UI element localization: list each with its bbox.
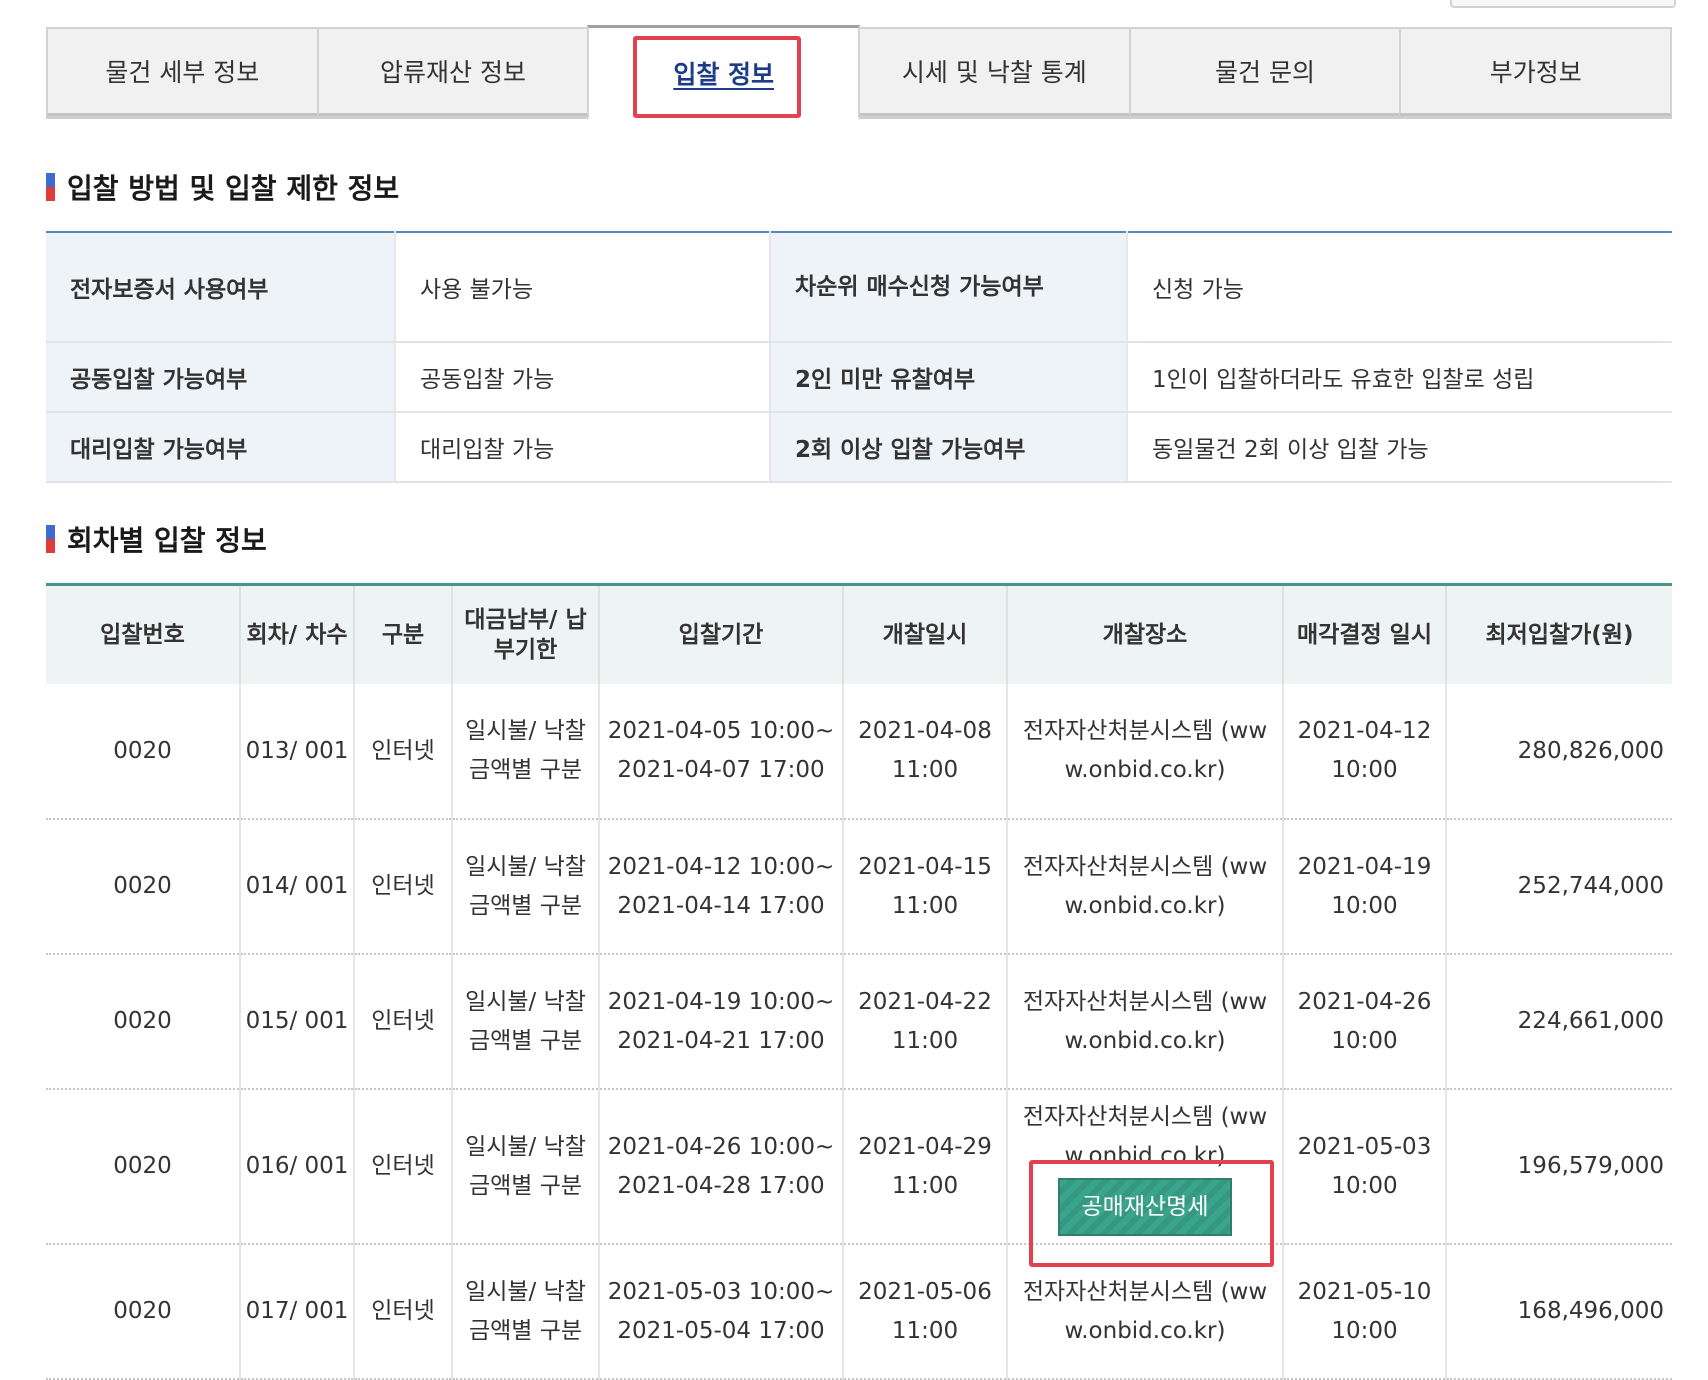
opening-datetime: 2021-04-29 11:00 <box>842 1089 1007 1245</box>
tab-label: 압류재산 정보 <box>380 58 526 87</box>
info-value: 동일물건 2회 이상 입찰 가능 <box>1126 412 1672 483</box>
bid-number: 0020 <box>46 1089 240 1245</box>
opening-datetime: 2021-05-06 11:00 <box>842 1244 1007 1380</box>
round-number: 013/ 001 <box>239 684 354 820</box>
column-header: 대금납부/ 납부기한 <box>451 584 599 684</box>
opening-place: 전자자산처분시스템 (www.onbid.co.kr) <box>1006 954 1283 1090</box>
minimum-bid-price: 224,661,000 <box>1445 954 1672 1090</box>
section-marker-icon <box>46 525 55 553</box>
column-header: 매각결정 일시 <box>1282 584 1446 684</box>
tab-label: 시세 및 낙찰 통계 <box>901 58 1087 87</box>
info-label: 대리입찰 가능여부 <box>46 412 395 483</box>
column-header: 구분 <box>353 584 452 684</box>
info-label: 전자보증서 사용여부 <box>46 232 395 343</box>
round-number: 015/ 001 <box>239 954 354 1090</box>
info-row: 공동입찰 가능여부 공동입찰 가능 2인 미만 유찰여부 1인이 입찰하더라도 … <box>46 342 1672 413</box>
section-marker-icon <box>46 173 55 201</box>
bid-type: 인터넷 <box>353 1244 452 1380</box>
info-value: 1인이 입찰하더라도 유효한 입찰로 성립 <box>1126 342 1672 413</box>
column-header: 입찰기간 <box>598 584 843 684</box>
tab-bid-info[interactable]: 입찰 정보 <box>587 25 861 120</box>
info-label: 차순위 매수신청 가능여부 <box>769 232 1127 343</box>
table-row: 0020 013/ 001 인터넷 일시불/ 낙찰금액별 구분 2021-04-… <box>46 684 1672 820</box>
bid-type: 인터넷 <box>353 1089 452 1245</box>
opening-datetime: 2021-04-15 11:00 <box>842 819 1007 955</box>
info-row: 대리입찰 가능여부 대리입찰 가능 2회 이상 입찰 가능여부 동일물건 2회 … <box>46 412 1672 483</box>
round-number: 014/ 001 <box>239 819 354 955</box>
bid-period: 2021-05-03 10:00~ 2021-05-04 17:00 <box>598 1244 843 1380</box>
bid-type: 인터넷 <box>353 684 452 820</box>
opening-datetime: 2021-04-08 11:00 <box>842 684 1007 820</box>
minimum-bid-price: 280,826,000 <box>1445 684 1672 820</box>
minimum-bid-price: 252,744,000 <box>1445 819 1672 955</box>
column-header: 입찰번호 <box>46 584 240 684</box>
section-title-bid-method: 입찰 방법 및 입찰 제한 정보 <box>46 167 399 207</box>
bid-method-table: 전자보증서 사용여부 사용 불가능 차순위 매수신청 가능여부 신청 가능 공동… <box>46 231 1672 483</box>
decision-datetime: 2021-05-10 10:00 <box>1282 1244 1446 1380</box>
bid-period: 2021-04-19 10:00~ 2021-04-21 17:00 <box>598 954 843 1090</box>
tab-bar: 물건 세부 정보 압류재산 정보 입찰 정보 시세 및 낙찰 통계 물건 문의 … <box>46 25 1673 120</box>
info-label: 공동입찰 가능여부 <box>46 342 395 413</box>
tab-label: 물건 세부 정보 <box>105 58 260 87</box>
payment-terms: 일시불/ 낙찰금액별 구분 <box>451 819 599 955</box>
bid-type: 인터넷 <box>353 819 452 955</box>
section-title-text: 입찰 방법 및 입찰 제한 정보 <box>67 172 400 205</box>
column-header: 최저입찰가(원) <box>1445 584 1672 684</box>
table-header-row: 입찰번호 회차/ 차수 구분 대금납부/ 납부기한 입찰기간 개찰일시 개찰장소… <box>46 584 1672 684</box>
tab-additional-info[interactable]: 부가정보 <box>1399 27 1673 116</box>
info-value: 대리입찰 가능 <box>394 412 770 483</box>
section-title-round-bid: 회차별 입찰 정보 <box>46 519 267 559</box>
info-value: 사용 불가능 <box>394 232 770 343</box>
bid-number: 0020 <box>46 1244 240 1380</box>
payment-terms: 일시불/ 낙찰금액별 구분 <box>451 954 599 1090</box>
bid-number: 0020 <box>46 954 240 1090</box>
minimum-bid-price: 168,496,000 <box>1445 1244 1672 1380</box>
round-number: 016/ 001 <box>239 1089 354 1245</box>
payment-terms: 일시불/ 낙찰금액별 구분 <box>451 684 599 820</box>
info-value: 공동입찰 가능 <box>394 342 770 413</box>
bid-period: 2021-04-26 10:00~ 2021-04-28 17:00 <box>598 1089 843 1245</box>
payment-terms: 일시불/ 낙찰금액별 구분 <box>451 1089 599 1245</box>
opening-place: 전자자산처분시스템 (www.onbid.co.kr) <box>1006 819 1283 955</box>
info-label: 2인 미만 유찰여부 <box>769 342 1127 413</box>
decision-datetime: 2021-04-19 10:00 <box>1282 819 1446 955</box>
payment-terms: 일시불/ 낙찰금액별 구분 <box>451 1244 599 1380</box>
section-title-text: 회차별 입찰 정보 <box>67 524 267 557</box>
opening-place-cell: 전자자산처분시스템 (www.onbid.co.kr) 공매재산명세 <box>1006 1089 1283 1245</box>
info-row: 전자보증서 사용여부 사용 불가능 차순위 매수신청 가능여부 신청 가능 <box>46 232 1672 343</box>
top-corner-button[interactable] <box>1450 0 1676 8</box>
column-header: 개찰장소 <box>1006 584 1283 684</box>
info-label: 2회 이상 입찰 가능여부 <box>769 412 1127 483</box>
table-row: 0020 016/ 001 인터넷 일시불/ 낙찰금액별 구분 2021-04-… <box>46 1089 1672 1245</box>
bid-number: 0020 <box>46 819 240 955</box>
column-header: 개찰일시 <box>842 584 1007 684</box>
info-value: 신청 가능 <box>1126 232 1672 343</box>
table-row: 0020 017/ 001 인터넷 일시불/ 낙찰금액별 구분 2021-05-… <box>46 1244 1672 1380</box>
decision-datetime: 2021-04-26 10:00 <box>1282 954 1446 1090</box>
tab-seized-property[interactable]: 압류재산 정보 <box>316 27 590 116</box>
table-row: 0020 015/ 001 인터넷 일시불/ 낙찰금액별 구분 2021-04-… <box>46 954 1672 1090</box>
bid-number: 0020 <box>46 684 240 820</box>
column-header: 회차/ 차수 <box>239 584 354 684</box>
asset-detail-button[interactable]: 공매재산명세 <box>1057 1177 1233 1236</box>
minimum-bid-price: 196,579,000 <box>1445 1089 1672 1245</box>
opening-datetime: 2021-04-22 11:00 <box>842 954 1007 1090</box>
tab-label: 입찰 정보 <box>673 59 775 89</box>
tab-label: 부가정보 <box>1489 58 1582 87</box>
bid-type: 인터넷 <box>353 954 452 1090</box>
tab-label: 물건 문의 <box>1215 58 1315 87</box>
opening-place: 전자자산처분시스템 (www.onbid.co.kr) <box>1006 684 1283 820</box>
bid-period: 2021-04-05 10:00~ 2021-04-07 17:00 <box>598 684 843 820</box>
tab-price-statistics[interactable]: 시세 및 낙찰 통계 <box>858 27 1131 116</box>
opening-place: 전자자산처분시스템 (www.onbid.co.kr) <box>1006 1244 1283 1380</box>
round-number: 017/ 001 <box>239 1244 354 1380</box>
decision-datetime: 2021-05-03 10:00 <box>1282 1089 1446 1245</box>
tab-item-inquiry[interactable]: 물건 문의 <box>1128 27 1402 116</box>
round-bid-table: 입찰번호 회차/ 차수 구분 대금납부/ 납부기한 입찰기간 개찰일시 개찰장소… <box>46 583 1672 1380</box>
table-row: 0020 014/ 001 인터넷 일시불/ 낙찰금액별 구분 2021-04-… <box>46 819 1672 955</box>
tab-item-detail[interactable]: 물건 세부 정보 <box>46 27 319 116</box>
bid-period: 2021-04-12 10:00~ 2021-04-14 17:00 <box>598 819 843 955</box>
opening-place: 전자자산처분시스템 (www.onbid.co.kr) <box>1022 1103 1268 1169</box>
decision-datetime: 2021-04-12 10:00 <box>1282 684 1446 820</box>
